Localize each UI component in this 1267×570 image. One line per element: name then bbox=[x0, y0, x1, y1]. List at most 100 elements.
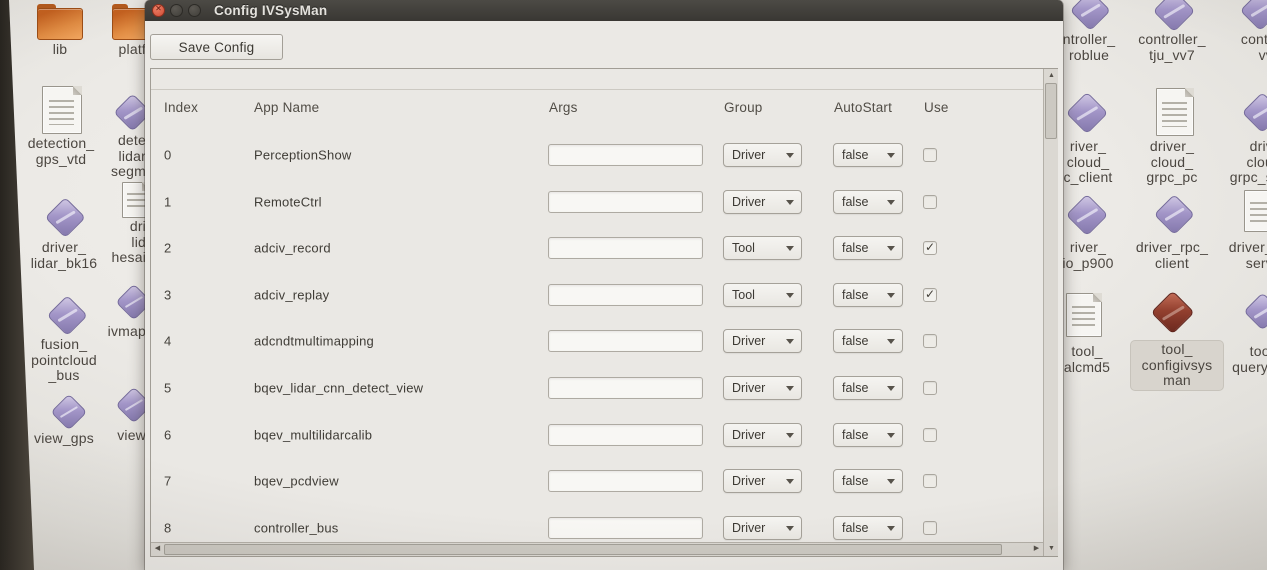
diamond-app-icon bbox=[1066, 194, 1106, 234]
group-dropdown[interactable]: Driver bbox=[723, 423, 802, 447]
chevron-down-icon bbox=[786, 433, 794, 438]
vertical-scroll-thumb[interactable] bbox=[1045, 83, 1057, 139]
desktop-icon-label: tool queryr bbox=[1218, 344, 1267, 375]
diamond-app-icon bbox=[1244, 293, 1267, 329]
desktop-icon-label: driver_rpc_ client bbox=[1126, 240, 1218, 271]
chevron-down-icon bbox=[786, 200, 794, 205]
desktop-icon-label: driver_ serv bbox=[1216, 240, 1267, 271]
args-input[interactable] bbox=[548, 144, 703, 166]
row-app-name: controller_bus bbox=[254, 520, 338, 535]
group-dropdown[interactable]: Driver bbox=[723, 376, 802, 400]
desktop-icon-label: ivmap bbox=[96, 324, 146, 340]
chevron-down-icon bbox=[887, 526, 895, 531]
use-checkbox[interactable] bbox=[923, 474, 937, 488]
group-dropdown[interactable]: Tool bbox=[723, 283, 802, 307]
table-row: 1 RemoteCtrl Driver false bbox=[151, 178, 1041, 225]
autostart-value: false bbox=[842, 474, 868, 488]
close-icon[interactable] bbox=[152, 4, 165, 17]
chevron-down-icon bbox=[887, 339, 895, 344]
group-dropdown[interactable]: Driver bbox=[723, 190, 802, 214]
scroll-up-icon[interactable]: ▲ bbox=[1045, 69, 1058, 82]
args-input[interactable] bbox=[548, 377, 703, 399]
desktop-icon-label: lib bbox=[20, 42, 100, 58]
autostart-dropdown[interactable]: false bbox=[833, 516, 903, 540]
diamond-app-icon bbox=[1066, 92, 1106, 132]
autostart-dropdown[interactable]: false bbox=[833, 190, 903, 214]
chevron-down-icon bbox=[887, 386, 895, 391]
autostart-value: false bbox=[842, 148, 868, 162]
args-input[interactable] bbox=[548, 237, 703, 259]
group-dropdown[interactable]: Driver bbox=[723, 469, 802, 493]
use-checkbox[interactable] bbox=[923, 381, 937, 395]
group-value: Driver bbox=[732, 474, 765, 488]
use-checkbox[interactable] bbox=[923, 195, 937, 209]
desktop-icon-label: river_ cloud_ c_client bbox=[1054, 139, 1122, 186]
autostart-dropdown[interactable]: false bbox=[833, 236, 903, 260]
autostart-dropdown[interactable]: false bbox=[833, 143, 903, 167]
app-config-table: Index App Name Args Group AutoStart Use … bbox=[150, 68, 1058, 557]
group-value: Driver bbox=[732, 521, 765, 535]
scroll-down-icon[interactable]: ▼ bbox=[1045, 542, 1058, 555]
minimize-icon[interactable] bbox=[170, 4, 183, 17]
vertical-scrollbar[interactable]: ▲ ▼ bbox=[1043, 69, 1058, 556]
save-config-button[interactable]: Save Config bbox=[150, 34, 283, 60]
args-input[interactable] bbox=[548, 330, 703, 352]
autostart-dropdown[interactable]: false bbox=[833, 376, 903, 400]
autostart-value: false bbox=[842, 195, 868, 209]
use-checkbox[interactable] bbox=[923, 428, 937, 442]
autostart-dropdown[interactable]: false bbox=[833, 283, 903, 307]
horizontal-scrollbar[interactable]: ◀ ▶ bbox=[151, 542, 1043, 556]
group-dropdown[interactable]: Driver bbox=[723, 516, 802, 540]
row-index: 4 bbox=[164, 334, 171, 349]
chevron-down-icon bbox=[786, 246, 794, 251]
chevron-down-icon bbox=[887, 153, 895, 158]
args-input[interactable] bbox=[548, 470, 703, 492]
desktop-icon-label: contr vv bbox=[1225, 32, 1267, 63]
desktop-icon-label: platf bbox=[96, 42, 146, 58]
desktop-icon-label: ntroller_ roblue bbox=[1056, 32, 1122, 63]
table-row: 4 adcndtmultimapping Driver false bbox=[151, 318, 1041, 365]
args-input[interactable] bbox=[548, 424, 703, 446]
scroll-left-icon[interactable]: ◀ bbox=[151, 543, 164, 556]
chevron-down-icon bbox=[887, 246, 895, 251]
group-dropdown[interactable]: Tool bbox=[723, 236, 802, 260]
group-dropdown[interactable]: Driver bbox=[723, 329, 802, 353]
table-rows: 0 PerceptionShow Driver false 1 RemoteCt… bbox=[151, 69, 1057, 556]
scroll-right-icon[interactable]: ▶ bbox=[1030, 543, 1043, 556]
args-input[interactable] bbox=[548, 284, 703, 306]
row-app-name: bqev_pcdview bbox=[254, 474, 339, 489]
row-index: 7 bbox=[164, 474, 171, 489]
use-checkbox[interactable] bbox=[923, 241, 937, 255]
args-input[interactable] bbox=[548, 191, 703, 213]
autostart-dropdown[interactable]: false bbox=[833, 423, 903, 447]
diamond-app-icon bbox=[1153, 0, 1193, 30]
autostart-value: false bbox=[842, 288, 868, 302]
use-checkbox[interactable] bbox=[923, 334, 937, 348]
group-value: Driver bbox=[732, 148, 765, 162]
chevron-down-icon bbox=[786, 386, 794, 391]
diamond-app-icon bbox=[51, 394, 85, 428]
diamond-app-icon bbox=[1070, 0, 1108, 28]
row-app-name: adciv_replay bbox=[254, 287, 329, 302]
use-checkbox[interactable] bbox=[923, 521, 937, 535]
args-input[interactable] bbox=[548, 517, 703, 539]
desktop-icon-label: river_ io_p900 bbox=[1054, 240, 1122, 271]
group-value: Tool bbox=[732, 241, 755, 255]
row-app-name: adciv_record bbox=[254, 241, 331, 256]
row-app-name: adcndtmultimapping bbox=[254, 334, 374, 349]
window-titlebar[interactable]: Config IVSysMan bbox=[145, 0, 1063, 21]
autostart-dropdown[interactable]: false bbox=[833, 329, 903, 353]
group-dropdown[interactable]: Driver bbox=[723, 143, 802, 167]
group-value: Driver bbox=[732, 195, 765, 209]
use-checkbox[interactable] bbox=[923, 148, 937, 162]
chevron-down-icon bbox=[887, 293, 895, 298]
desktop-icon-label: tool_ configivsys man bbox=[1131, 341, 1223, 390]
autostart-dropdown[interactable]: false bbox=[833, 469, 903, 493]
diamond-app-icon bbox=[47, 295, 85, 333]
desktop-icon-label: dete lidar segm bbox=[96, 133, 146, 180]
horizontal-scroll-thumb[interactable] bbox=[164, 544, 1002, 555]
maximize-icon[interactable] bbox=[188, 4, 201, 17]
diamond-app-icon bbox=[1240, 0, 1267, 28]
table-row: 7 bqev_pcdview Driver false bbox=[151, 458, 1041, 505]
use-checkbox[interactable] bbox=[923, 288, 937, 302]
